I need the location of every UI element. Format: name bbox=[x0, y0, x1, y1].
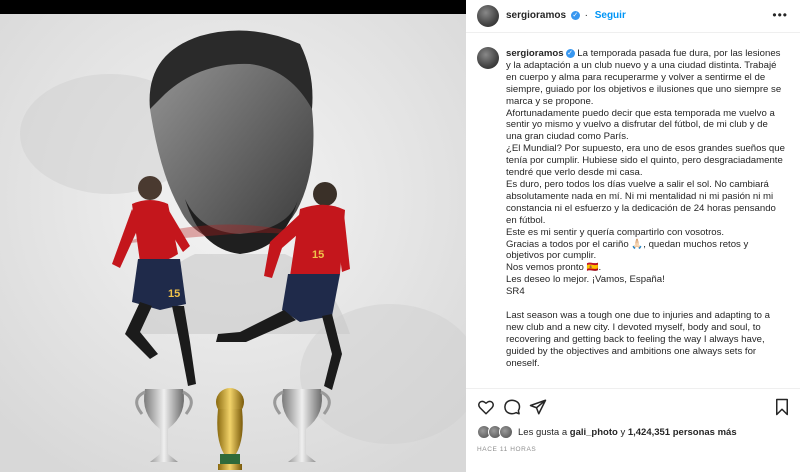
likes-row: Les gusta a gali_photo y 1,424,351 perso… bbox=[466, 424, 800, 442]
action-bar bbox=[466, 388, 800, 425]
caption-paragraph: SR4 bbox=[506, 286, 525, 298]
instagram-post-window: 15 15 sergioramos ✓ · Seguir ••• sergior… bbox=[0, 0, 800, 472]
post-timestamp[interactable]: HACE 11 HORAS bbox=[477, 446, 536, 453]
dot-separator: · bbox=[584, 10, 588, 21]
caption-avatar[interactable] bbox=[477, 47, 499, 69]
caption-paragraph: Les deseo lo mejor. ¡Vamos, España! bbox=[506, 274, 665, 286]
liker-username[interactable]: gali_photo bbox=[570, 427, 618, 438]
likes-text: Les gusta a gali_photo y 1,424,351 perso… bbox=[518, 427, 737, 438]
heart-icon[interactable] bbox=[477, 398, 495, 416]
post-header: sergioramos ✓ · Seguir ••• bbox=[466, 0, 800, 33]
more-options-icon[interactable]: ••• bbox=[772, 8, 788, 22]
share-icon[interactable] bbox=[529, 398, 547, 416]
caption-username[interactable]: sergioramos bbox=[506, 48, 564, 59]
post-side-panel: sergioramos ✓ · Seguir ••• sergioramos ✓ … bbox=[466, 0, 800, 472]
caption-area: sergioramos ✓ La temporada pasada fue dur… bbox=[466, 33, 800, 388]
caption-paragraph: ¿El Mundial? Por supuesto, era uno de es… bbox=[506, 143, 785, 179]
liker-avatar[interactable] bbox=[499, 425, 513, 439]
caption-paragraph: Gracias a todos por el cariño 🙏🏻, quedan… bbox=[506, 238, 749, 262]
post-image[interactable]: 15 15 bbox=[0, 14, 466, 472]
caption-paragraph: Last season was a tough one due to injur… bbox=[506, 310, 771, 369]
header-username[interactable]: sergioramos bbox=[506, 10, 566, 21]
caption-paragraph: Es duro, pero todos los días vuelve a sa… bbox=[506, 178, 776, 226]
caption-paragraph: Nos vemos pronto 🇪🇸. bbox=[506, 262, 602, 274]
svg-text:15: 15 bbox=[312, 249, 324, 261]
top-black-bar bbox=[0, 0, 466, 14]
caption-text: sergioramos ✓ La temporada pasada fue dur… bbox=[506, 48, 786, 370]
follow-button[interactable]: Seguir bbox=[595, 10, 626, 21]
caption-paragraph: sergioramos ✓ La temporada pasada fue dur… bbox=[506, 48, 782, 107]
svg-text:15: 15 bbox=[168, 288, 180, 300]
likes-count[interactable]: 1,424,351 personas más bbox=[628, 427, 737, 438]
caption-paragraph: Este es mi sentir y quería compartirlo c… bbox=[506, 226, 725, 238]
header-user-line: sergioramos ✓ · Seguir bbox=[506, 10, 626, 21]
caption-paragraph: Afortunadamente puedo decir que esta tem… bbox=[506, 107, 775, 143]
poster-illustration: 15 15 bbox=[0, 14, 466, 472]
verified-icon: ✓ bbox=[565, 48, 575, 58]
bookmark-icon[interactable] bbox=[774, 398, 790, 416]
verified-icon: ✓ bbox=[570, 10, 580, 20]
avatar[interactable] bbox=[477, 5, 499, 27]
comment-icon[interactable] bbox=[503, 398, 521, 416]
world-cup-trophy bbox=[216, 388, 244, 470]
